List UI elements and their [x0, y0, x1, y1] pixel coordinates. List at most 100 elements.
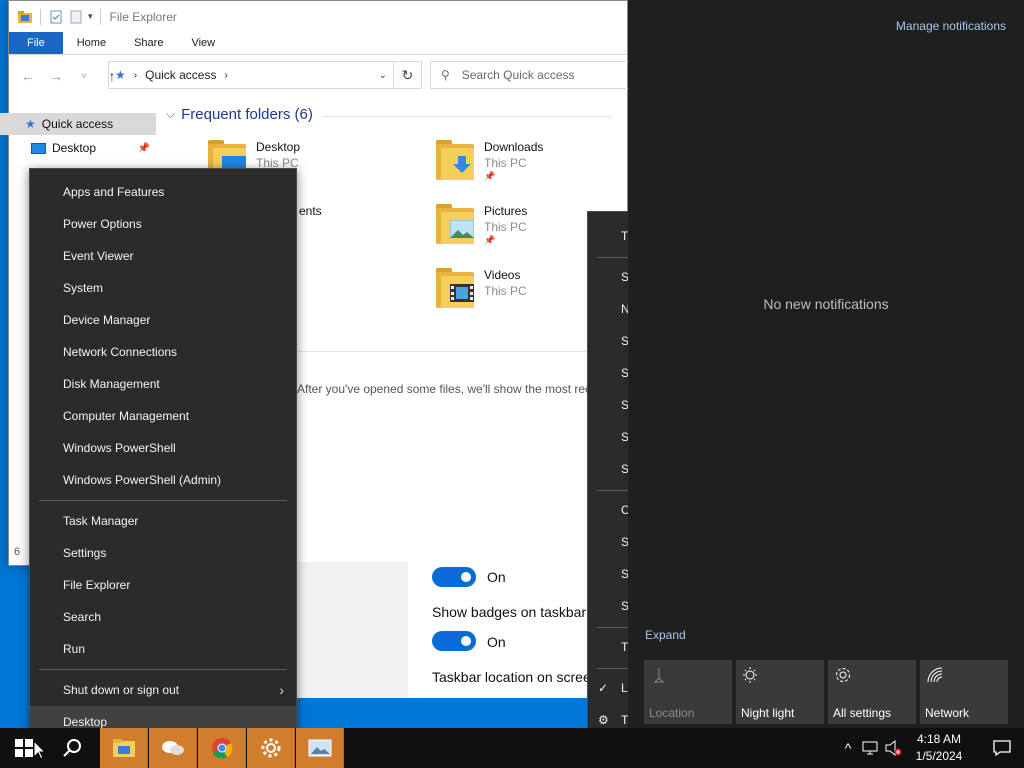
tab-share[interactable]: Share — [120, 32, 177, 54]
menu-item-apps-and-features[interactable]: Apps and Features — [30, 176, 296, 208]
night-light-icon — [743, 667, 757, 683]
address-bar[interactable]: ★ › Quick access › ⌄ — [108, 61, 394, 89]
folder-pictures[interactable]: Pictures This PC 📌 — [436, 204, 527, 246]
recent-files-message: After you've opened some files, we'll sh… — [297, 382, 587, 396]
context-item-locked[interactable]: ✓ L — [598, 672, 628, 704]
folder-documents[interactable]: ents — [299, 204, 322, 219]
folder-downloads[interactable]: Downloads This PC 📌 — [436, 140, 543, 182]
menu-item-run[interactable]: Run — [30, 633, 296, 665]
quick-action-label: All settings — [833, 706, 892, 720]
expand-link[interactable]: Expand — [645, 628, 686, 642]
chevron-right-icon: › — [279, 682, 284, 698]
menu-item-search[interactable]: Search — [30, 601, 296, 633]
folder-location: This PC — [484, 284, 527, 298]
new-folder-icon[interactable] — [68, 9, 84, 25]
frequent-folders-header[interactable]: ⌵ Frequent folders (6) — [166, 106, 313, 123]
volume-muted-icon — [885, 739, 902, 757]
taskbar-context-menu: T S N S S S S S C S S S T ✓ L ⚙ T — [587, 211, 629, 744]
toggle-state-label: On — [487, 569, 506, 585]
clock-date: 1/5/2024 — [915, 749, 963, 763]
search-placeholder: Search Quick access — [461, 68, 575, 82]
menu-item-computer-management[interactable]: Computer Management — [30, 400, 296, 432]
menu-item-device-manager[interactable]: Device Manager — [30, 304, 296, 336]
taskbar-search-button[interactable] — [48, 728, 96, 768]
nav-item-quick-access[interactable]: ★ Quick access — [0, 113, 156, 135]
action-center-button[interactable] — [980, 728, 1024, 768]
chevron-up-icon: ^ — [844, 740, 852, 756]
menu-item-task-manager[interactable]: Task Manager — [30, 505, 296, 537]
menu-item-windows-powershell[interactable]: Windows PowerShell — [30, 432, 296, 464]
location-icon — [653, 668, 665, 683]
section-divider — [322, 116, 612, 117]
pin-icon: 📌 — [137, 142, 150, 154]
network-disconnected-icon — [862, 741, 878, 755]
download-arrow-icon — [453, 156, 471, 173]
status-bar-item-count: 6 — [14, 546, 21, 558]
quick-action-location[interactable]: Location — [644, 660, 732, 724]
chevron-down-icon: ⌵ — [166, 107, 176, 121]
folder-name: Downloads — [484, 140, 544, 154]
tab-view[interactable]: View — [177, 32, 229, 54]
quick-access-toolbar: ▾ — [17, 8, 104, 25]
customize-toolbar-icon[interactable]: ▾ — [88, 11, 93, 22]
window-title: File Explorer — [109, 9, 177, 24]
show-hidden-icons-button[interactable]: ^ — [838, 728, 858, 768]
taskbar-app-feedback[interactable] — [149, 728, 197, 768]
menu-item-network-connections[interactable]: Network Connections — [30, 336, 296, 368]
address-dropdown-icon[interactable]: ⌄ — [379, 70, 387, 81]
checkmark-icon: ✓ — [598, 681, 609, 695]
network-icon — [927, 667, 943, 683]
desktop-icon — [31, 142, 46, 154]
breadcrumb-chevron-icon[interactable]: › — [134, 70, 137, 81]
pin-icon: 📌 — [484, 171, 496, 181]
menu-item-windows-powershell-admin[interactable]: Windows PowerShell (Admin) — [30, 464, 296, 496]
back-arrow-icon[interactable]: ← — [15, 64, 41, 88]
taskbar-app-photos[interactable] — [296, 728, 344, 768]
recent-locations-icon[interactable]: ˅ — [71, 64, 97, 88]
quick-action-network[interactable]: Network — [920, 660, 1008, 724]
gear-icon — [836, 668, 850, 682]
menu-item-system[interactable]: System — [30, 272, 296, 304]
menu-item-settings[interactable]: Settings — [30, 537, 296, 569]
volume-tray-button[interactable] — [884, 728, 902, 768]
tab-file[interactable]: File — [9, 32, 63, 54]
clock-time: 4:18 AM — [916, 732, 962, 746]
menu-item-disk-management[interactable]: Disk Management — [30, 368, 296, 400]
folder-name: ents — [299, 204, 322, 218]
menu-item-label: Shut down or sign out — [63, 683, 180, 697]
picture-icon — [450, 220, 474, 238]
breadcrumb-chevron-icon[interactable]: › — [224, 70, 227, 81]
menu-item-event-viewer[interactable]: Event Viewer — [30, 240, 296, 272]
power-user-menu: Apps and Features Power Options Event Vi… — [29, 168, 297, 738]
title-bar: ▾ File Explorer — [9, 1, 627, 32]
folder-icon — [436, 140, 478, 182]
photos-icon — [308, 739, 331, 757]
menu-item-file-explorer[interactable]: File Explorer — [30, 569, 296, 601]
menu-item-shut-down-or-sign-out[interactable]: Shut down or sign out › — [30, 674, 296, 706]
search-input[interactable]: ⚲ Search Quick access — [430, 61, 630, 89]
folder-icon — [436, 204, 478, 246]
folder-name: Videos — [484, 268, 521, 282]
properties-icon[interactable] — [48, 9, 64, 25]
folder-videos[interactable]: Videos This PC — [436, 268, 527, 310]
taskbar-clock[interactable]: 4:18 AM 1/5/2024 — [906, 731, 972, 765]
quick-access-star-icon: ★ — [25, 117, 36, 131]
refresh-button[interactable]: ↻ — [394, 61, 422, 89]
taskbar: ^ 4:18 AM 1/5/2024 — [0, 728, 1024, 768]
folder-name: Desktop — [256, 140, 301, 154]
forward-arrow-icon[interactable]: → — [43, 64, 69, 88]
quick-action-night-light[interactable]: Night light — [736, 660, 824, 724]
quick-action-all-settings[interactable]: All settings — [828, 660, 916, 724]
film-strip-icon — [450, 284, 474, 302]
toggle-switch[interactable] — [432, 567, 476, 587]
network-tray-button[interactable] — [861, 728, 883, 768]
manage-notifications-link[interactable]: Manage notifications — [896, 19, 1006, 33]
taskbar-app-chrome[interactable] — [198, 728, 246, 768]
menu-item-power-options[interactable]: Power Options — [30, 208, 296, 240]
nav-item-desktop[interactable]: Desktop 📌 — [0, 137, 156, 159]
taskbar-app-file-explorer[interactable] — [100, 728, 148, 768]
taskbar-app-settings[interactable] — [247, 728, 295, 768]
quick-action-label: Location — [649, 706, 695, 720]
show-badges-toggle[interactable] — [432, 631, 476, 651]
tab-home[interactable]: Home — [63, 32, 120, 54]
